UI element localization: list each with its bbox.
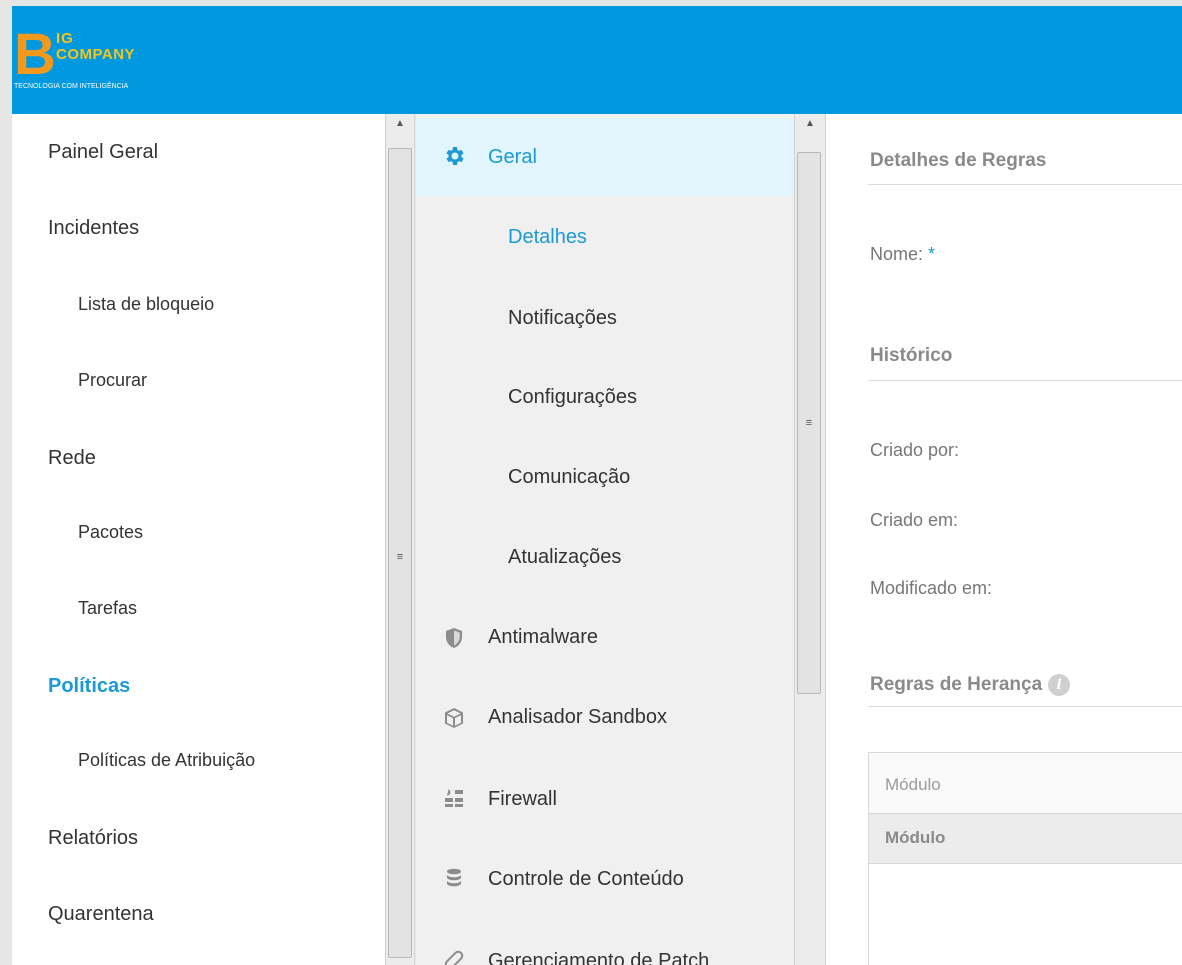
subsection-comunicacao[interactable]: Comunicação bbox=[508, 466, 630, 489]
database-icon bbox=[447, 868, 461, 887]
section-menu-scrollbar-thumb[interactable]: ≡ bbox=[797, 152, 821, 694]
section-controle-de-conteudo[interactable]: Controle de Conteúdo bbox=[488, 868, 684, 891]
nav-item-lista-de-bloqueio[interactable]: Lista de bloqueio bbox=[78, 294, 214, 315]
inheritance-rules-text: Regras de Herança bbox=[870, 674, 1043, 696]
nav-item-painel-geral[interactable]: Painel Geral bbox=[48, 141, 158, 164]
created-by-label: Criado por: bbox=[870, 440, 960, 460]
nav-item-rede[interactable]: Rede bbox=[48, 447, 96, 470]
policy-details-panel: Detalhes de Regras Nome: * Histórico Cri… bbox=[826, 114, 1182, 965]
grip-icon: ≡ bbox=[805, 417, 813, 429]
scroll-up-arrow-icon[interactable]: ▲ bbox=[795, 118, 825, 129]
divider bbox=[868, 380, 1182, 381]
policy-section-menu: Geral Detalhes Notificações Configuraçõe… bbox=[416, 114, 794, 965]
cube-icon bbox=[445, 708, 463, 728]
nav-item-politicas[interactable]: Políticas bbox=[48, 675, 130, 698]
name-label-text: Nome: bbox=[870, 244, 924, 264]
top-bar: B IG COMPANY TECNOLOGIA COM INTELIGÊNCIA bbox=[12, 6, 1182, 114]
company-logo[interactable]: B IG COMPANY TECNOLOGIA COM INTELIGÊNCIA bbox=[14, 22, 184, 96]
created-on-label: Criado em: bbox=[870, 510, 959, 530]
bandage-icon bbox=[444, 950, 464, 965]
divider bbox=[868, 706, 1182, 707]
inheritance-rules-title: Regras de Herança i bbox=[870, 674, 1071, 696]
section-geral[interactable]: Geral bbox=[488, 146, 537, 169]
module-column-header[interactable]: Módulo bbox=[869, 814, 1182, 864]
subsection-atualizacoes[interactable]: Atualizações bbox=[508, 546, 621, 569]
modified-on-label: Modificado em: bbox=[870, 578, 993, 598]
nav-item-quarentena[interactable]: Quarentena bbox=[48, 903, 154, 926]
nav-item-pacotes[interactable]: Pacotes bbox=[78, 522, 143, 543]
shield-icon bbox=[446, 628, 462, 648]
section-analisador-sandbox[interactable]: Analisador Sandbox bbox=[488, 706, 667, 729]
gear-icon bbox=[446, 147, 464, 165]
section-antimalware[interactable]: Antimalware bbox=[488, 626, 598, 649]
logo-line2: COMPANY bbox=[56, 46, 136, 63]
required-mark: * bbox=[928, 244, 936, 264]
history-title: Histórico bbox=[870, 345, 953, 366]
divider bbox=[868, 184, 1182, 185]
nav-scrollbar-thumb[interactable]: ≡ bbox=[388, 148, 412, 958]
module-filter-input[interactable]: Módulo bbox=[869, 753, 1182, 814]
active-section-highlight bbox=[416, 118, 794, 196]
logo-letter: B bbox=[14, 22, 56, 87]
name-field-label: Nome: * bbox=[870, 244, 935, 265]
logo-line1: IG bbox=[56, 30, 74, 47]
logo-tagline: TECNOLOGIA COM INTELIGÊNCIA bbox=[14, 83, 129, 90]
module-filter-placeholder: Módulo bbox=[885, 775, 941, 794]
section-menu-scrollbar[interactable]: ▲ ≡ bbox=[794, 114, 826, 965]
main-navigation: Painel Geral Incidentes Lista de bloquei… bbox=[12, 114, 385, 965]
grip-icon: ≡ bbox=[396, 551, 404, 563]
nav-item-incidentes[interactable]: Incidentes bbox=[48, 217, 139, 240]
nav-item-procurar[interactable]: Procurar bbox=[78, 370, 147, 391]
section-gerenciamento-de-patch[interactable]: Gerenciamento de Patch bbox=[488, 950, 709, 965]
subsection-detalhes[interactable]: Detalhes bbox=[508, 226, 587, 249]
nav-item-tarefas[interactable]: Tarefas bbox=[78, 598, 137, 619]
subsection-notificacoes[interactable]: Notificações bbox=[508, 307, 617, 330]
inheritance-rules-table: Módulo Módulo bbox=[868, 752, 1182, 965]
section-firewall[interactable]: Firewall bbox=[488, 788, 557, 811]
module-column-header-label: Módulo bbox=[885, 828, 946, 847]
info-icon[interactable]: i bbox=[1048, 674, 1071, 696]
rules-details-title: Detalhes de Regras bbox=[870, 150, 1047, 171]
nav-item-relatorios[interactable]: Relatórios bbox=[48, 827, 138, 850]
firewall-icon bbox=[445, 789, 463, 807]
nav-scrollbar[interactable]: ▲ ≡ bbox=[385, 114, 415, 965]
subsection-configuracoes[interactable]: Configurações bbox=[508, 386, 637, 409]
scroll-up-arrow-icon[interactable]: ▲ bbox=[386, 118, 414, 129]
nav-item-politicas-de-atribuicao[interactable]: Políticas de Atribuição bbox=[78, 750, 255, 771]
